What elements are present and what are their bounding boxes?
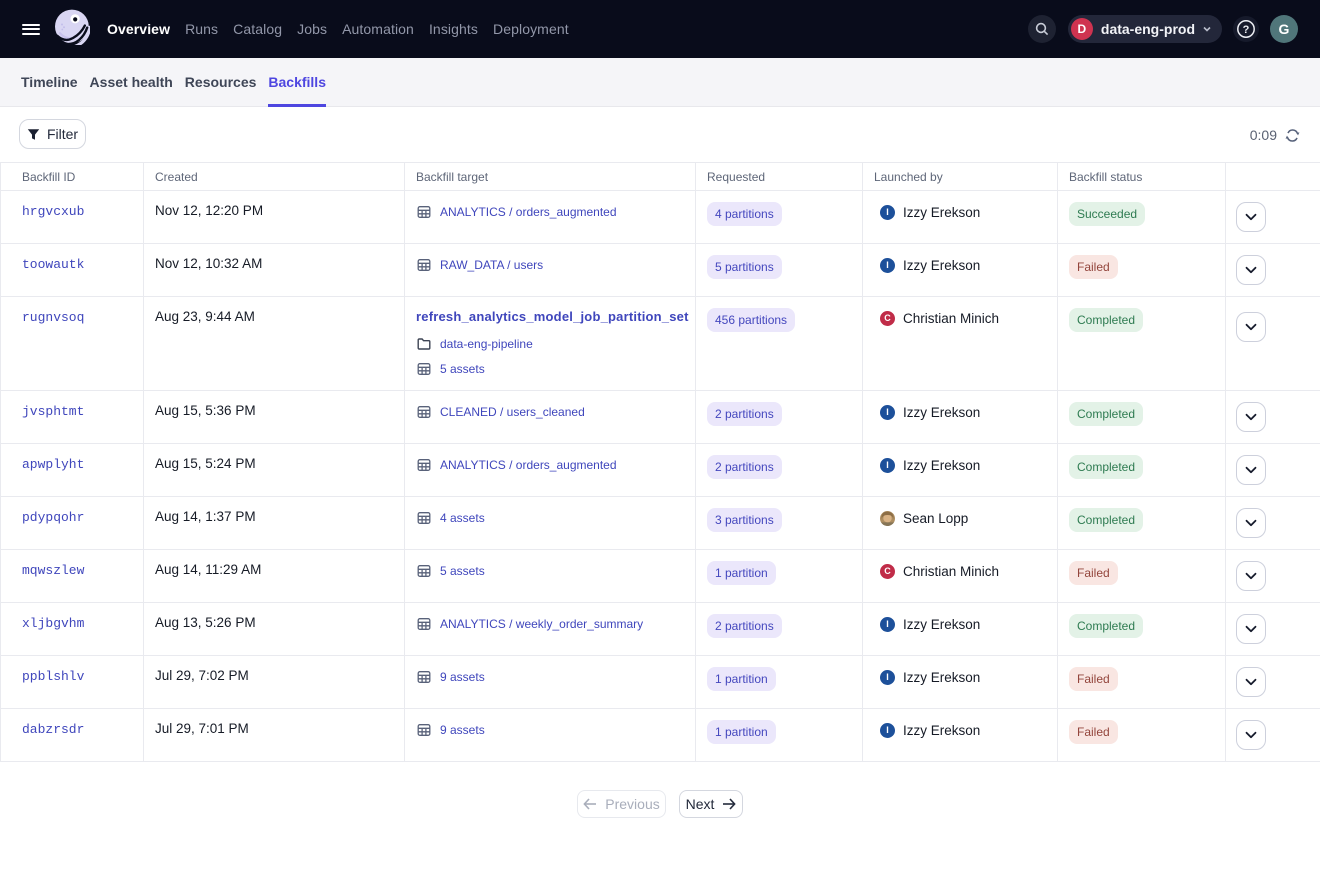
svg-text:?: ?	[1243, 24, 1250, 36]
